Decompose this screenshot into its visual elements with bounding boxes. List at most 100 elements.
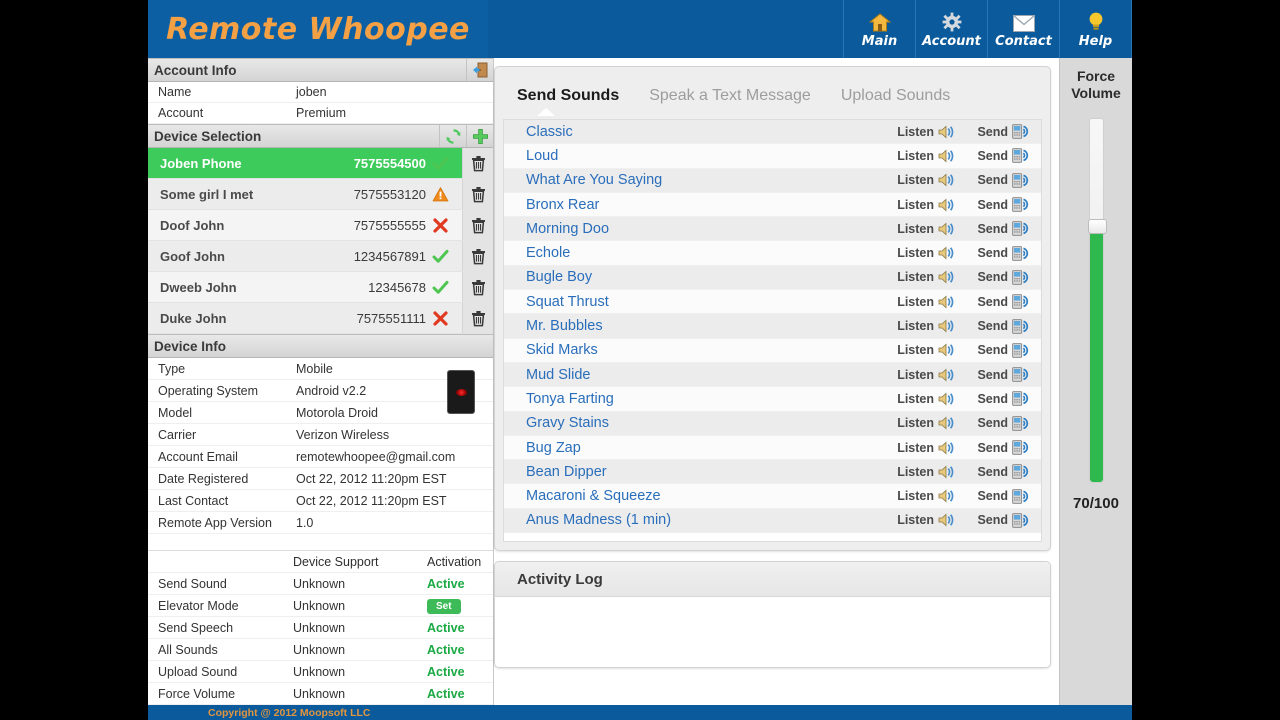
listen-button[interactable]: Listen — [893, 246, 961, 260]
sound-name-link[interactable]: Bronx Rear — [504, 197, 893, 213]
nav-item-main[interactable]: Main — [843, 0, 915, 58]
sound-row: Gravy Stains Listen Send — [504, 411, 1041, 436]
device-support-table: Device Support Activation Send Sound Unkn… — [148, 550, 493, 705]
listen-button[interactable]: Listen — [893, 489, 961, 503]
sound-name-link[interactable]: Skid Marks — [504, 342, 893, 358]
speaker-icon — [938, 319, 955, 333]
device-number: 7575554500 — [353, 155, 426, 171]
sound-name-link[interactable]: Echole — [504, 245, 893, 261]
send-button[interactable]: Send — [961, 245, 1041, 261]
listen-button[interactable]: Listen — [893, 125, 961, 139]
sound-name-link[interactable]: Classic — [504, 124, 893, 140]
listen-button[interactable]: Listen — [893, 222, 961, 236]
send-button[interactable]: Send — [961, 172, 1041, 188]
nav-item-help[interactable]: Help — [1059, 0, 1132, 58]
speaker-icon — [938, 441, 955, 455]
send-button[interactable]: Send — [961, 367, 1041, 383]
support-device-support: Unknown — [293, 576, 346, 591]
device-info-row: Account Email remotewhoopee@gmail.com — [148, 446, 493, 468]
send-button[interactable]: Send — [961, 294, 1041, 310]
speaker-icon — [938, 295, 955, 309]
listen-button[interactable]: Listen — [893, 465, 961, 479]
nav-item-account[interactable]: Account — [915, 0, 987, 58]
sound-name-link[interactable]: Mud Slide — [504, 367, 893, 383]
sound-name-link[interactable]: Bugle Boy — [504, 269, 893, 285]
sound-name-link[interactable]: Macaroni & Squeeze — [504, 488, 893, 504]
device-info-value: Verizon Wireless — [296, 427, 390, 442]
device-info-key: Model — [158, 405, 193, 420]
sound-name-link[interactable]: Squat Thrust — [504, 294, 893, 310]
listen-button[interactable]: Listen — [893, 173, 961, 187]
listen-button[interactable]: Listen — [893, 343, 961, 357]
send-button[interactable]: Send — [961, 512, 1041, 528]
send-label: Send — [977, 294, 1008, 309]
listen-button[interactable]: Listen — [893, 149, 961, 163]
listen-button[interactable]: Listen — [893, 198, 961, 212]
sound-name-link[interactable]: Gravy Stains — [504, 415, 893, 431]
force-volume-title-line1: Force — [1076, 68, 1116, 84]
send-button[interactable]: Send — [961, 391, 1041, 407]
send-button[interactable]: Send — [961, 197, 1041, 212]
account-type-label: Account — [158, 106, 204, 120]
nav-item-contact[interactable]: Contact — [987, 0, 1059, 58]
send-button[interactable]: Send — [961, 270, 1041, 285]
listen-button[interactable]: Listen — [893, 319, 961, 333]
force-volume-slider-knob[interactable] — [1087, 218, 1107, 234]
refresh-icon[interactable] — [439, 125, 466, 147]
send-button[interactable]: Send — [961, 148, 1041, 164]
device-name: Some girl I met — [160, 186, 254, 202]
send-button[interactable]: Send — [961, 415, 1041, 431]
delete-device-trash-icon[interactable] — [462, 303, 493, 333]
device-row[interactable]: Some girl I met 7575553120 — [148, 179, 493, 210]
delete-device-trash-icon[interactable] — [462, 148, 493, 178]
tab-upload-sounds[interactable]: Upload Sounds — [833, 87, 972, 119]
force-volume-slider[interactable] — [1087, 118, 1107, 483]
support-device-support: Unknown — [293, 620, 346, 635]
send-button[interactable]: Send — [961, 488, 1041, 504]
tab-send-sounds[interactable]: Send Sounds — [509, 87, 641, 119]
listen-button[interactable]: Listen — [893, 513, 961, 527]
send-button[interactable]: Send — [961, 464, 1041, 480]
nav-label-account: Account — [922, 33, 981, 49]
listen-label: Listen — [897, 367, 934, 382]
support-table-row: Upload Sound Unknown Active — [148, 661, 493, 683]
send-button[interactable]: Send — [961, 342, 1041, 358]
send-button[interactable]: Send — [961, 124, 1041, 140]
device-row[interactable]: Goof John 1234567891 — [148, 241, 493, 272]
listen-label: Listen — [897, 391, 934, 406]
set-elevator-mode-button[interactable]: Set — [427, 598, 461, 614]
sound-name-link[interactable]: Morning Doo — [504, 221, 893, 237]
listen-button[interactable]: Listen — [893, 368, 961, 382]
sound-name-link[interactable]: Anus Madness (1 min) — [504, 512, 893, 528]
device-info-key: Remote App Version — [158, 515, 272, 530]
send-button[interactable]: Send — [961, 440, 1041, 455]
add-device-plus-icon[interactable] — [466, 125, 493, 147]
delete-device-trash-icon[interactable] — [462, 210, 493, 240]
device-info-rows: Type Mobile Operating System Android v2.2 Mo… — [148, 358, 493, 534]
device-row[interactable]: Duke John 7575551111 — [148, 303, 493, 334]
sound-name-link[interactable]: Bug Zap — [504, 440, 893, 456]
sound-row: Classic Listen Send — [504, 120, 1041, 145]
device-row[interactable]: Dweeb John 12345678 — [148, 272, 493, 303]
sound-name-link[interactable]: Bean Dipper — [504, 464, 893, 480]
account-type-value: Premium — [296, 106, 347, 120]
tab-speak-a-text-message[interactable]: Speak a Text Message — [641, 87, 833, 119]
delete-device-trash-icon[interactable] — [462, 272, 493, 302]
sound-name-link[interactable]: Tonya Farting — [504, 391, 893, 407]
sound-name-link[interactable]: Loud — [504, 148, 893, 164]
device-info-key: Last Contact — [158, 493, 229, 508]
send-button[interactable]: Send — [961, 221, 1041, 237]
listen-button[interactable]: Listen — [893, 270, 961, 284]
send-button[interactable]: Send — [961, 318, 1041, 334]
listen-button[interactable]: Listen — [893, 416, 961, 430]
delete-device-trash-icon[interactable] — [462, 179, 493, 209]
listen-button[interactable]: Listen — [893, 392, 961, 406]
delete-device-trash-icon[interactable] — [462, 241, 493, 271]
sound-name-link[interactable]: Mr. Bubbles — [504, 318, 893, 334]
listen-button[interactable]: Listen — [893, 295, 961, 309]
listen-button[interactable]: Listen — [893, 441, 961, 455]
device-row[interactable]: Doof John 7575555555 — [148, 210, 493, 241]
logout-door-icon[interactable] — [466, 59, 493, 81]
sound-name-link[interactable]: What Are You Saying — [504, 172, 893, 188]
device-row[interactable]: Joben Phone 7575554500 — [148, 148, 493, 179]
